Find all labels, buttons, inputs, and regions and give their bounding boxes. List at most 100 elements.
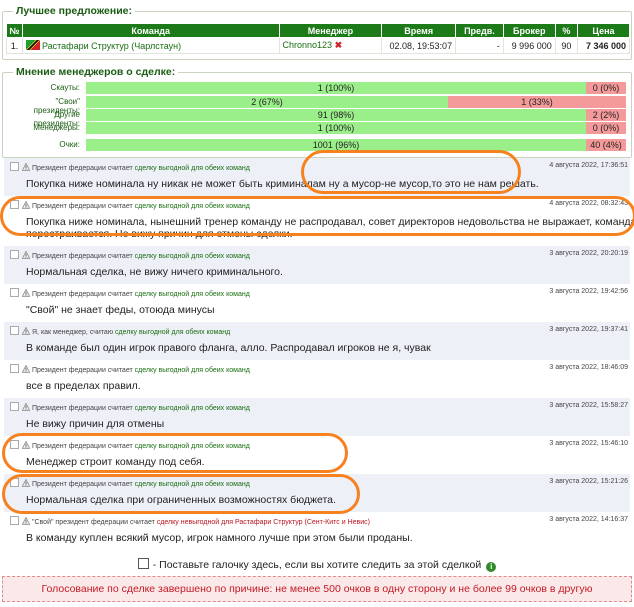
- comment-verdict-link[interactable]: сделку выгодной для обеих команд: [135, 405, 250, 412]
- warning-icon: [22, 441, 30, 449]
- warning-icon: [22, 163, 30, 171]
- voting-closed-notice: Голосование по сделке завершено по причи…: [2, 576, 632, 602]
- comment-verdict-link[interactable]: сделку выгодной для обеих команд: [135, 291, 250, 298]
- comment-header: Президент федерации считает сделку выгод…: [10, 250, 250, 260]
- comment-item: Президент федерации считает сделку выгод…: [4, 474, 630, 512]
- comment-date: 3 августа 2022, 15:46:10: [549, 440, 628, 447]
- manager-flag-icon: ✖: [334, 40, 343, 50]
- opinion-row-label: Очки:: [59, 140, 80, 149]
- team-link[interactable]: Растафари Структур (Чарлстаун): [42, 41, 181, 51]
- opinion-yes-bar: 2 (67%): [86, 96, 448, 108]
- comment-item: Президент федерации считает сделку выгод…: [4, 246, 630, 284]
- comment-text: Менеджер строит команду под себя.: [26, 456, 205, 468]
- comment-header: Президент федерации считает сделку выгод…: [10, 478, 250, 488]
- comment-item: Я, как менеджер, считаю сделку выгодной …: [4, 322, 630, 360]
- opinion-row: Менеджеры: 1 (100%) 0 (0%): [8, 122, 628, 134]
- info-icon[interactable]: i: [486, 562, 497, 572]
- warning-icon: [22, 479, 30, 487]
- select-checkbox[interactable]: [10, 478, 19, 487]
- comment-verdict-link[interactable]: сделку выгодной для обеих команд: [135, 165, 250, 172]
- opinion-yes-bar: 1001 (96%): [86, 139, 586, 151]
- opinion-yes-bar: 1 (100%): [86, 82, 586, 94]
- opinion-no-bar: 0 (0%): [586, 82, 626, 94]
- row-prev: -: [455, 37, 504, 54]
- select-checkbox[interactable]: [10, 162, 19, 171]
- row-price: 7 346 000: [576, 37, 631, 54]
- warning-icon: [22, 201, 30, 209]
- row-broker: 9 996 000: [502, 37, 556, 54]
- row-pct: 90: [554, 37, 578, 54]
- comment-header: Президент федерации считает сделку выгод…: [10, 364, 250, 374]
- col-prev: Предв.: [455, 23, 504, 38]
- col-broker: Брокер: [502, 23, 556, 38]
- row-team-cell: Растафари Структур (Чарлстаун): [21, 37, 280, 54]
- comment-text-continued: перестраивается. Не вижу причин для отме…: [26, 228, 293, 240]
- team-flag-icon: [25, 40, 40, 50]
- comment-prefix: Президент федерации считает: [32, 443, 133, 450]
- comment-date: 3 августа 2022, 19:42:56: [549, 288, 628, 295]
- select-checkbox[interactable]: [10, 200, 19, 209]
- comment-verdict-link[interactable]: сделку выгодной для обеих команд: [115, 329, 230, 336]
- comment-header: Президент федерации считает сделку выгод…: [10, 440, 250, 450]
- warning-icon: [22, 327, 30, 335]
- comment-verdict-link[interactable]: сделку выгодной для обеих команд: [135, 443, 250, 450]
- comment-text: Нормальная сделка, не вижу ничего кримин…: [26, 266, 283, 278]
- best-offer-legend: Лучшее предложение:: [13, 5, 135, 17]
- comment-prefix: Президент федерации считает: [32, 481, 133, 488]
- warning-icon: [22, 403, 30, 411]
- comment-text: Покупка ниже номинала ну никак не может …: [26, 178, 539, 190]
- follow-row: - Поставьте галочку здесь, если вы хотит…: [0, 558, 634, 572]
- comment-text: В команде был один игрок правого фланга,…: [26, 342, 431, 354]
- follow-checkbox[interactable]: [137, 558, 149, 569]
- opinion-row: Скауты: 1 (100%) 0 (0%): [8, 82, 628, 94]
- comment-date: 3 августа 2022, 18:46:09: [549, 364, 628, 371]
- comment-prefix: Президент федерации считает: [32, 203, 133, 210]
- comment-date: 4 августа 2022, 08:32:43: [549, 200, 628, 207]
- comment-text: В команду куплен всякий мусор, игрок нам…: [26, 532, 413, 544]
- select-checkbox[interactable]: [10, 440, 19, 449]
- opinion-yes-bar: 91 (98%): [86, 109, 586, 121]
- select-checkbox[interactable]: [10, 516, 19, 525]
- select-checkbox[interactable]: [10, 364, 19, 373]
- comment-prefix: Президент федерации считает: [32, 405, 133, 412]
- comment-verdict-link[interactable]: сделку выгодной для обеих команд: [135, 203, 250, 210]
- comment-prefix: Я, как менеджер, считаю: [32, 329, 114, 336]
- warning-icon: [22, 289, 30, 297]
- comment-date: 3 августа 2022, 15:21:26: [549, 478, 628, 485]
- comment-item: Президент федерации считает сделку выгод…: [4, 398, 630, 436]
- col-price: Цена: [576, 23, 631, 38]
- comment-header: Я, как менеджер, считаю сделку выгодной …: [10, 326, 230, 336]
- comment-header: Президент федерации считает сделку выгод…: [10, 200, 250, 210]
- comment-verdict-link[interactable]: сделку выгодной для обеих команд: [135, 367, 250, 374]
- opinion-row-label: Менеджеры:: [33, 123, 80, 132]
- comment-header: "Свой" президент федерации считает сделк…: [10, 516, 370, 526]
- comment-text: Нормальная сделка при ограниченных возмо…: [26, 494, 336, 506]
- row-time: 02.08, 19:53:07: [381, 37, 457, 54]
- follow-label: - Поставьте галочку здесь, если вы хотит…: [152, 559, 482, 571]
- select-checkbox[interactable]: [10, 402, 19, 411]
- comment-header: Президент федерации считает сделку выгод…: [10, 402, 250, 412]
- col-pct: %: [554, 23, 578, 38]
- opinion-row-label: Скауты:: [50, 83, 80, 92]
- row-num: 1.: [6, 37, 23, 54]
- comment-date: 3 августа 2022, 15:58:27: [549, 402, 628, 409]
- comment-verdict-link[interactable]: сделку выгодной для обеих команд: [135, 253, 250, 260]
- comment-verdict-link[interactable]: сделку невыгодной для Растафари Структур…: [157, 519, 370, 526]
- comment-date: 3 августа 2022, 20:20:19: [549, 250, 628, 257]
- comment-item: Президент федерации считает сделку выгод…: [4, 360, 630, 398]
- row-manager-cell: Chronno123 ✖: [278, 37, 383, 54]
- comment-item: "Свой" президент федерации считает сделк…: [4, 512, 630, 550]
- comment-date: 3 августа 2022, 14:16:37: [549, 516, 628, 523]
- select-checkbox[interactable]: [10, 288, 19, 297]
- opinion-no-bar: 0 (0%): [586, 122, 626, 134]
- comment-item: Президент федерации считает сделку выгод…: [4, 284, 630, 322]
- opinion-row: Очки: 1001 (96%) 40 (4%): [8, 139, 628, 151]
- opinion-row: Другие президенты: 91 (98%) 2 (2%): [8, 109, 628, 128]
- select-checkbox[interactable]: [10, 326, 19, 335]
- col-manager: Менеджер: [278, 23, 383, 38]
- col-team: Команда: [21, 23, 280, 38]
- manager-link[interactable]: Chronno123: [283, 40, 333, 50]
- comment-text: Не вижу причин для отмены: [26, 418, 165, 430]
- comment-verdict-link[interactable]: сделку выгодной для обеих команд: [135, 481, 250, 488]
- select-checkbox[interactable]: [10, 250, 19, 259]
